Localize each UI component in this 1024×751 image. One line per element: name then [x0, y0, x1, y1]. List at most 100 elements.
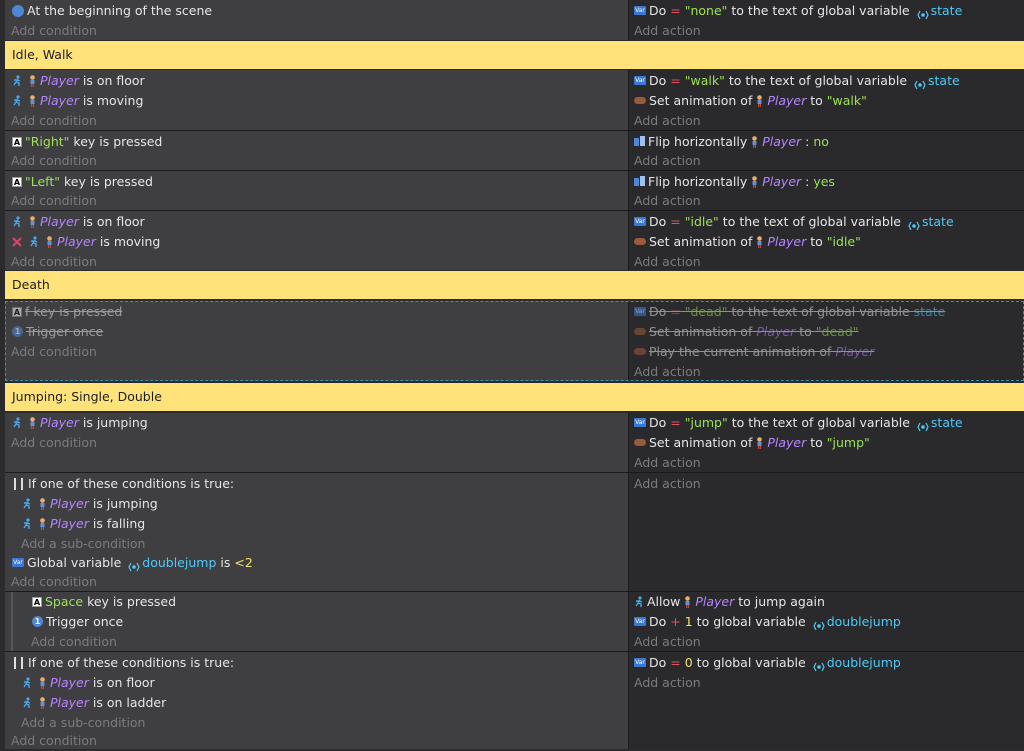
action[interactable]: Set animation of Player to "dead" [634, 322, 859, 342]
event-row[interactable]: Player is on floor Player is moving Add … [5, 210, 1024, 270]
add-condition-link[interactable]: Add condition [11, 572, 97, 592]
person-icon [752, 175, 758, 188]
add-action-link[interactable]: Add action [634, 362, 701, 382]
add-action-link[interactable]: Add action [634, 252, 701, 272]
conditions-pane[interactable]: Player is jumping Add condition [5, 413, 628, 472]
add-sub-condition-link[interactable]: Add a sub-condition [21, 713, 145, 733]
condition[interactable]: Player is moving [12, 232, 160, 252]
person-icon [30, 416, 35, 429]
event-row[interactable]: A "Left" key is pressed Add condition Fli… [5, 170, 1024, 210]
person-icon [30, 74, 35, 87]
condition[interactable]: 1 Trigger once [32, 612, 123, 632]
conditions-pane[interactable]: Player is on floor Player is moving Add … [5, 211, 628, 270]
action[interactable]: Set animation of Player to "jump" [634, 433, 870, 453]
condition[interactable]: Var Global variable doublejump is <2 [12, 553, 253, 573]
add-action-link[interactable]: Add action [634, 191, 701, 211]
add-action-link[interactable]: Add action [634, 453, 701, 473]
actions-pane[interactable]: Add action [628, 473, 1024, 591]
add-action-link[interactable]: Add action [634, 151, 701, 171]
add-condition-link[interactable]: Add condition [11, 342, 97, 362]
add-condition-link[interactable]: Add condition [11, 731, 97, 751]
runner-icon [13, 216, 21, 227]
conditions-pane[interactable]: A Space key is pressed 1 Trigger once Add … [5, 592, 628, 651]
add-condition-link[interactable]: Add condition [31, 632, 117, 652]
add-action-link[interactable]: Add action [634, 474, 701, 494]
condition[interactable]: 1 Trigger once [12, 322, 103, 342]
action[interactable]: Var Do = 0 to global variable doublejump [634, 653, 901, 673]
action[interactable]: Flip horizontally Player : yes [634, 172, 835, 192]
add-condition-link[interactable]: Add condition [11, 191, 97, 211]
runner-icon [23, 518, 31, 529]
event-row[interactable]: Player is jumping Add condition Var Do = … [5, 413, 1024, 472]
add-action-link[interactable]: Add action [634, 21, 701, 41]
event-row[interactable]: At the beginning of the scene Add condit… [5, 0, 1024, 40]
actions-pane[interactable]: Var Do = "idle" to the text of global var… [628, 211, 1024, 270]
actions-pane[interactable]: Var Do = "jump" to the text of global var… [628, 413, 1024, 472]
condition[interactable]: Player is falling [22, 514, 145, 534]
actions-pane[interactable]: Flip horizontally Player : no Add action [628, 131, 1024, 170]
conditions-pane[interactable]: Player is on floor Player is moving Add … [5, 70, 628, 130]
sub-event-row[interactable]: A Space key is pressed 1 Trigger once Add … [5, 591, 1024, 651]
group-header[interactable]: Idle, Walk [5, 41, 1024, 69]
action[interactable]: Var Do = "dead" to the text of global var… [634, 302, 945, 322]
actions-pane[interactable]: Var Do = "dead" to the text of global var… [628, 301, 1024, 381]
add-condition-link[interactable]: Add condition [11, 21, 97, 41]
add-condition-link[interactable]: Add condition [11, 151, 97, 171]
add-condition-link[interactable]: Add condition [11, 252, 97, 272]
condition[interactable]: Player is on floor [12, 71, 145, 91]
conditions-pane[interactable]: A "Left" key is pressed Add condition [5, 171, 628, 210]
add-action-link[interactable]: Add action [634, 673, 701, 693]
actions-pane[interactable]: Var Do = 0 to global variable doublejump … [628, 652, 1024, 749]
action[interactable]: Set animation of Player to "idle" [634, 232, 861, 252]
conditions-pane[interactable]: A "Right" key is pressed Add condition [5, 131, 628, 170]
event-row[interactable]: A "Right" key is pressed Add condition Fl… [5, 130, 1024, 170]
conditions-pane[interactable]: If one of these conditions is true: Play… [5, 652, 628, 749]
add-condition-link[interactable]: Add condition [11, 111, 97, 131]
actions-pane[interactable]: Var Do = "none" to the text of global var… [628, 0, 1024, 40]
add-condition-link[interactable]: Add condition [11, 433, 97, 453]
or-condition[interactable]: If one of these conditions is true: [14, 474, 234, 494]
conditions-pane[interactable]: Af key is pressed 1 Trigger once Add cond… [5, 301, 628, 381]
action[interactable]: Var Do + 1 to global variable doublejump [634, 612, 901, 632]
action[interactable]: Var Do = "idle" to the text of global var… [634, 212, 954, 232]
group-header[interactable]: Jumping: Single, Double [5, 383, 1024, 411]
condition[interactable]: At the beginning of the scene [12, 1, 212, 21]
event-row[interactable]: If one of these conditions is true: Play… [5, 651, 1024, 749]
action[interactable]: Flip horizontally Player : no [634, 132, 829, 152]
conditions-pane[interactable]: At the beginning of the scene Add condit… [5, 0, 628, 40]
conditions-pane[interactable]: If one of these conditions is true: Play… [5, 473, 628, 591]
add-sub-condition-link[interactable]: Add a sub-condition [21, 534, 145, 554]
condition[interactable]: A "Right" key is pressed [12, 132, 162, 152]
action[interactable]: Var Do = "walk" to the text of global var… [634, 71, 960, 91]
add-action-link[interactable]: Add action [634, 111, 701, 131]
animation-icon [634, 97, 646, 104]
actions-pane[interactable]: Flip horizontally Player : yes Add actio… [628, 171, 1024, 210]
action[interactable]: Var Do = "none" to the text of global var… [634, 1, 962, 21]
action[interactable]: Set animation of Player to "walk" [634, 91, 867, 111]
animation-icon [634, 348, 646, 355]
event-row-disabled[interactable]: Af key is pressed 1 Trigger once Add cond… [5, 301, 1024, 381]
person-icon [40, 696, 45, 709]
event-row[interactable]: If one of these conditions is true: Play… [5, 472, 1024, 591]
condition[interactable]: A Space key is pressed [32, 592, 176, 612]
action[interactable]: Var Do = "jump" to the text of global var… [634, 413, 963, 433]
condition[interactable]: Player is moving [12, 91, 143, 111]
condition[interactable]: A "Left" key is pressed [12, 172, 153, 192]
condition[interactable]: Player is on floor [22, 673, 155, 693]
group-header[interactable]: Death [5, 271, 1024, 299]
condition[interactable]: Player is jumping [22, 494, 158, 514]
add-action-link[interactable]: Add action [634, 632, 701, 652]
condition[interactable]: Player is on floor [12, 212, 145, 232]
condition[interactable]: Player is jumping [12, 413, 148, 433]
condition[interactable]: Player is on ladder [22, 693, 166, 713]
or-condition[interactable]: If one of these conditions is true: [14, 653, 234, 673]
flip-icon [634, 176, 645, 186]
event-row[interactable]: Player is on floor Player is moving Add … [5, 70, 1024, 130]
action[interactable]: Allow Player to jump again [634, 592, 825, 612]
actions-pane[interactable]: Allow Player to jump again Var Do + 1 to … [628, 592, 1024, 651]
action[interactable]: Play the current animation of Player [634, 342, 874, 362]
runner-icon [23, 677, 31, 688]
actions-pane[interactable]: Var Do = "walk" to the text of global var… [628, 70, 1024, 130]
condition[interactable]: Af key is pressed [12, 302, 122, 322]
global-variable-icon [917, 418, 929, 431]
